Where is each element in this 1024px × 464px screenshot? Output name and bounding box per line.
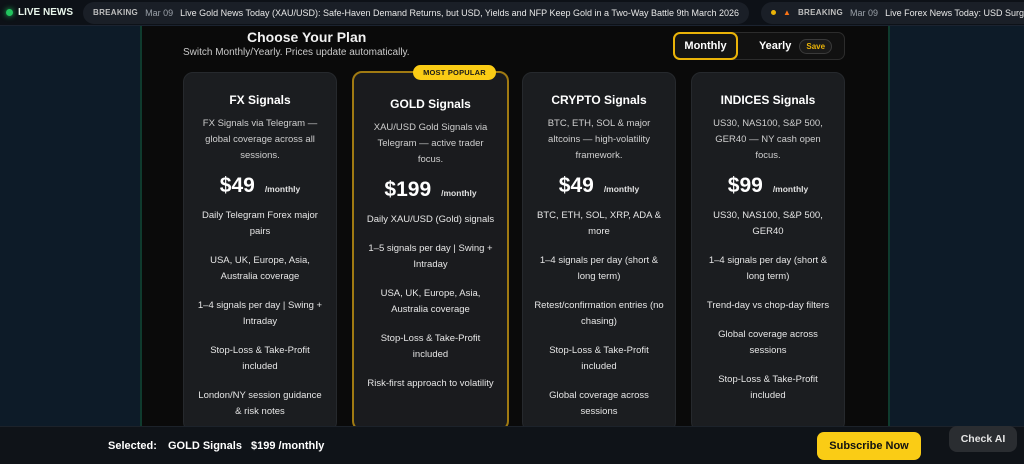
feature-item: Risk-first approach to volatility xyxy=(367,378,494,389)
plan-price: $199 xyxy=(384,178,432,201)
feature-list: Daily XAU/USD (Gold) signals 1–5 signals… xyxy=(364,212,497,392)
ticker-date: Mar 09 xyxy=(850,7,879,18)
feature-item: Stop-Loss & Take-Profit included xyxy=(549,345,649,372)
right-panel xyxy=(888,26,1024,426)
plan-period: /monthly xyxy=(264,184,301,194)
selected-plan-name: GOLD Signals xyxy=(167,440,242,452)
selection-bar: Selected: GOLD Signals $199 /monthly Sub… xyxy=(0,426,1024,464)
save-badge: Save xyxy=(799,38,833,54)
plan-price: $49 xyxy=(219,174,255,197)
feature-item: Global coverage across sessions xyxy=(549,390,649,417)
feature-item: Trend-day vs chop-day filters xyxy=(706,300,830,311)
plan-period: /monthly xyxy=(772,184,809,194)
plan-description: FX Signals via Telegram — global coverag… xyxy=(202,118,318,161)
feature-list: Daily Telegram Forex major pairs USA, UK… xyxy=(194,208,326,420)
feature-item: Daily XAU/USD (Gold) signals xyxy=(366,214,495,225)
feature-list: US30, NAS100, S&P 500, GER40 1–4 signals… xyxy=(702,208,834,404)
plan-price: $99 xyxy=(727,174,763,197)
feature-item: Retest/confirmation entries (no chasing) xyxy=(534,300,664,327)
feature-item: USA, UK, Europe, Asia, Australia coverag… xyxy=(380,288,481,315)
plan-description: BTC, ETH, SOL & major altcoins — high-vo… xyxy=(547,118,651,161)
plan-name: GOLD Signals xyxy=(390,97,471,111)
feature-item: Global coverage across sessions xyxy=(718,329,818,356)
selected-label: Selected: xyxy=(108,440,157,452)
yearly-label: Yearly xyxy=(758,40,792,52)
live-news-label: LIVE NEWS xyxy=(0,0,83,25)
plan-price: $49 xyxy=(558,174,594,197)
subscribe-now-button[interactable]: Subscribe Now xyxy=(817,432,921,460)
page-subtitle: Switch Monthly/Yearly. Prices update aut… xyxy=(183,47,410,58)
check-ai-button[interactable]: Check AI xyxy=(949,426,1017,452)
feature-item: London/NY session guidance & risk notes xyxy=(198,390,322,417)
price-row: $49 /monthly xyxy=(533,174,665,198)
plan-card-gold[interactable]: GOLD Signals XAU/USD Gold Signals via Te… xyxy=(352,71,509,431)
plan-description: XAU/USD Gold Signals via Telegram — acti… xyxy=(373,122,488,165)
feature-item: 1–4 signals per day | Swing + Intraday xyxy=(197,300,323,327)
plan-description: US30, NAS100, S&P 500, GER40 — NY cash o… xyxy=(713,118,823,161)
feature-item: Daily Telegram Forex major pairs xyxy=(202,210,318,237)
feature-item: Stop-Loss & Take-Profit included xyxy=(718,374,818,401)
most-popular-badge: MOST POPULAR xyxy=(413,65,496,80)
ticker-headline: Live Forex News Today: USD Surges on Oil… xyxy=(885,7,1024,18)
feature-item: US30, NAS100, S&P 500, GER40 xyxy=(713,210,823,237)
plan-card-indices[interactable]: INDICES Signals US30, NAS100, S&P 500, G… xyxy=(691,72,845,432)
feature-item: 1–4 signals per day (short & long term) xyxy=(539,255,659,282)
selected-summary: Selected: GOLD Signals $199 /monthly xyxy=(108,440,330,452)
feature-item: 1–5 signals per day | Swing + Intraday xyxy=(368,243,493,270)
plan-period: /monthly xyxy=(441,188,477,198)
plan-period: /monthly xyxy=(603,184,640,194)
price-row: $49 /monthly xyxy=(194,174,326,198)
ticker-date: Mar 09 xyxy=(145,7,174,18)
monthly-toggle-button[interactable]: Monthly xyxy=(673,32,738,60)
page-title: Choose Your Plan xyxy=(247,29,367,45)
price-row: $199 /monthly xyxy=(364,178,497,202)
feature-item: USA, UK, Europe, Asia, Australia coverag… xyxy=(210,255,310,282)
left-panel xyxy=(0,26,142,426)
ticker-headline: Live Gold News Today (XAU/USD): Safe-Hav… xyxy=(180,7,740,18)
feature-list: BTC, ETH, SOL, XRP, ADA & more 1–4 signa… xyxy=(533,208,665,420)
feature-item: 1–4 signals per day (short & long term) xyxy=(708,255,828,282)
live-news-text: LIVE NEWS xyxy=(18,7,74,18)
breaking-tag: BREAKING xyxy=(93,8,139,17)
ticker-item[interactable]: BREAKING Mar 09 Live Gold News Today (XA… xyxy=(83,1,750,24)
yearly-toggle-button[interactable]: Yearly Save xyxy=(746,32,845,60)
fire-icon: ▲ xyxy=(783,8,791,17)
feature-item: Stop-Loss & Take-Profit included xyxy=(210,345,310,372)
plan-name: INDICES Signals xyxy=(720,93,816,107)
live-dot-icon xyxy=(6,9,13,16)
plan-name: CRYPTO Signals xyxy=(551,93,647,107)
news-ticker: LIVE NEWS BREAKING Mar 09 Live Gold News… xyxy=(0,0,1024,26)
ticker-item[interactable]: ▲ BREAKING Mar 09 Live Forex News Today:… xyxy=(761,1,1024,24)
feature-item: BTC, ETH, SOL, XRP, ADA & more xyxy=(537,210,661,237)
price-row: $99 /monthly xyxy=(702,174,834,198)
plan-name: FX Signals xyxy=(229,93,291,107)
dot-icon xyxy=(771,10,777,15)
plan-card-fx[interactable]: FX Signals FX Signals via Telegram — glo… xyxy=(183,72,337,432)
plan-card-crypto[interactable]: CRYPTO Signals BTC, ETH, SOL & major alt… xyxy=(522,72,676,432)
feature-item: Stop-Loss & Take-Profit included xyxy=(380,333,481,360)
selected-plan-price: $199 /monthly xyxy=(251,440,325,452)
breaking-tag: BREAKING xyxy=(797,8,844,17)
